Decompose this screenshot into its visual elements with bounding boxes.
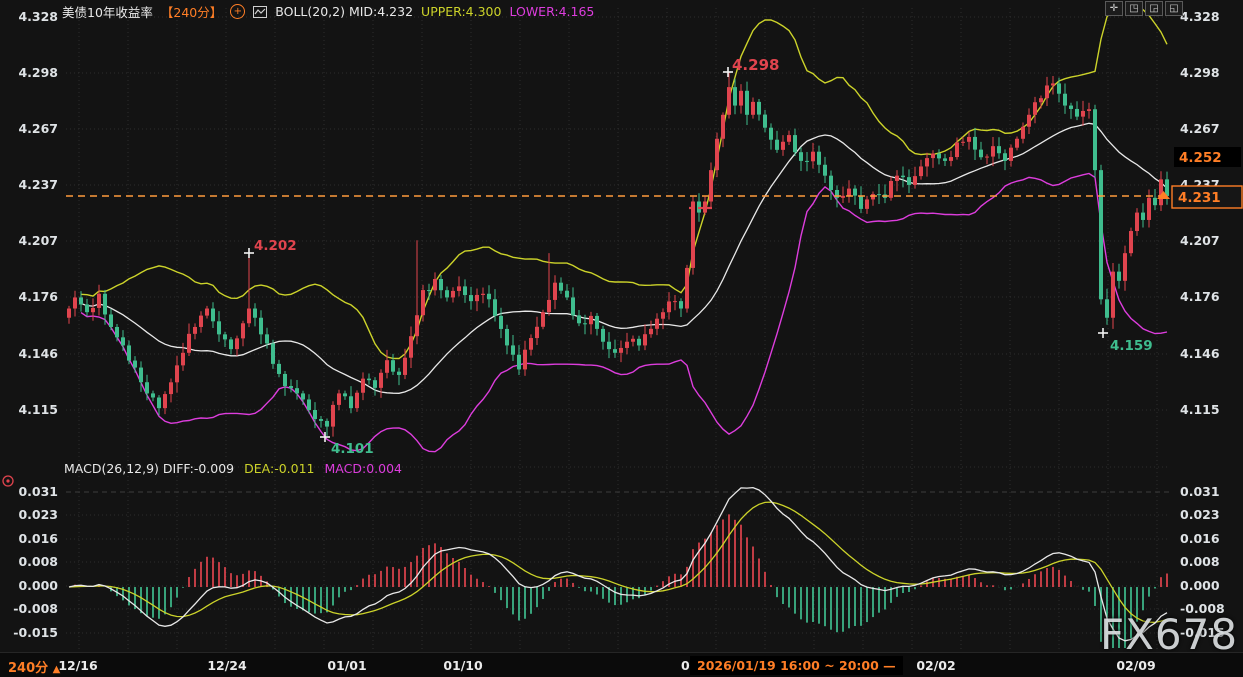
macd-axis-label: -0.015 xyxy=(13,625,58,640)
macd-axis-label: 0.016 xyxy=(1180,531,1220,546)
macd-histogram xyxy=(75,514,1167,666)
price-axis-label: 4.298 xyxy=(18,65,58,80)
date-tick-label: 01/01 xyxy=(327,658,366,673)
macd-value-readout: MACD:0.004 xyxy=(325,461,402,476)
interval-selector[interactable]: 240分 ▲ xyxy=(8,657,60,676)
date-tick-label: 02/02 xyxy=(916,658,955,673)
chart-canvas[interactable]: 4.3284.3284.2984.2984.2674.2674.2374.237… xyxy=(0,0,1243,677)
alert-price-value: 4.252 xyxy=(1179,150,1222,166)
price-axis-label: 4.267 xyxy=(18,121,58,136)
symbol-title: 美债10年收益率 xyxy=(62,2,153,21)
price-axis-label: 4.115 xyxy=(18,402,58,417)
price-axis-label: 4.237 xyxy=(18,177,58,192)
extreme-price-label: 4.101 xyxy=(331,441,374,457)
pan-tool-icon[interactable]: ◱ xyxy=(1165,1,1183,16)
chart-annotations: 4.202 4.101 4.298 4.159 xyxy=(244,56,1153,457)
boll-upper-line xyxy=(81,2,1167,358)
extreme-price-label: 4.202 xyxy=(254,238,297,254)
boll-upper-readout: UPPER:4.300 xyxy=(421,4,501,19)
macd-diff-readout: MACD(26,12,9) DIFF:-0.009 xyxy=(64,461,234,476)
price-axis-label: 4.328 xyxy=(1180,9,1220,24)
chart-toolbar: ✛ ◳ ◲ ◱ xyxy=(1105,1,1183,16)
macd-axis-label: 0.016 xyxy=(18,531,58,546)
macd-axis-label: 0.008 xyxy=(18,554,58,569)
crosshair-timestamp: 2026/01/19 16:00 ~ 20:00 — xyxy=(690,656,903,675)
macd-dea-readout: DEA:-0.011 xyxy=(244,461,314,476)
date-tick-label: 02/09 xyxy=(1116,658,1155,673)
candlestick-series xyxy=(67,72,1169,436)
macd-axis-label: 0.023 xyxy=(18,507,58,522)
time-axis-bar: 240分 ▲ 12/1612/2401/0101/1002/0202/09 0 … xyxy=(0,652,1243,677)
zoom-out-tool-icon[interactable]: ◳ xyxy=(1125,1,1143,16)
extreme-price-label: 4.159 xyxy=(1110,338,1153,354)
macd-axis-label: 0.000 xyxy=(18,578,58,593)
macd-axis-label: 0.031 xyxy=(1180,484,1220,499)
date-tick-label: 12/16 xyxy=(58,658,97,673)
crosshair-tool-icon[interactable]: ✛ xyxy=(1105,1,1123,16)
price-axis-label: 4.207 xyxy=(18,233,58,248)
boll-lower-readout: LOWER:4.165 xyxy=(509,4,594,19)
boll-mid-readout: BOLL(20,2) MID:4.232 xyxy=(275,4,413,19)
boll-mid-line xyxy=(81,123,1167,393)
macd-legend: MACD(26,12,9) DIFF:-0.009 DEA:-0.011 MAC… xyxy=(64,461,402,476)
add-compare-icon[interactable]: + xyxy=(230,4,245,19)
trading-chart-app: 4.3284.3284.2984.2984.2674.2674.2374.237… xyxy=(0,0,1243,677)
target-marker-icon[interactable] xyxy=(3,476,13,486)
current-price-tag: 4.231 xyxy=(1172,186,1242,208)
macd-axis-label: 0.023 xyxy=(1180,507,1220,522)
macd-axis-label: 0.031 xyxy=(18,484,58,499)
boll-lower-line xyxy=(81,174,1167,452)
alert-price-tag: 4.252 xyxy=(1174,147,1241,167)
price-axis-label: 4.146 xyxy=(18,346,58,361)
date-tick-label: 12/24 xyxy=(207,658,246,673)
macd-axis-label: -0.008 xyxy=(13,601,58,616)
price-axis-label: 4.328 xyxy=(18,9,58,24)
extreme-price-label: 4.298 xyxy=(732,56,779,74)
date-tick-label: 01/10 xyxy=(443,658,482,673)
current-price-value: 4.231 xyxy=(1178,190,1221,206)
covered-date-digit: 0 xyxy=(681,658,690,673)
main-legend: 美债10年收益率 【240分】 + BOLL(20,2) MID:4.232 U… xyxy=(62,2,594,21)
macd-pane xyxy=(69,488,1167,667)
macd-axis-label: 0.008 xyxy=(1180,554,1220,569)
price-axis-label: 4.176 xyxy=(1180,289,1220,304)
price-axis-label: 4.267 xyxy=(1180,121,1220,136)
price-axis-label: 4.146 xyxy=(1180,346,1220,361)
interval-tag[interactable]: 【240分】 xyxy=(161,2,222,21)
price-axis-label: 4.115 xyxy=(1180,402,1220,417)
zoom-in-tool-icon[interactable]: ◲ xyxy=(1145,1,1163,16)
price-axis-label: 4.207 xyxy=(1180,233,1220,248)
macd-axis-label: 0.000 xyxy=(1180,578,1220,593)
price-axis-label: 4.176 xyxy=(18,289,58,304)
price-axis-label: 4.298 xyxy=(1180,65,1220,80)
grid-lines xyxy=(66,8,1170,650)
chart-type-icon[interactable] xyxy=(253,6,267,18)
